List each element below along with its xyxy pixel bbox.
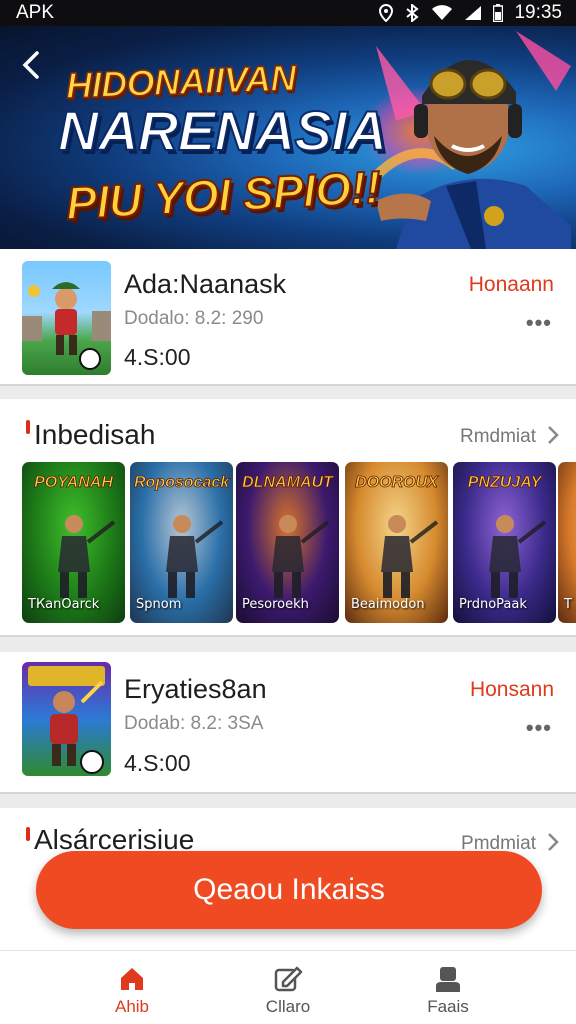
app-icon-image xyxy=(22,662,111,776)
hero-headline-2: NARENASIA xyxy=(57,98,388,163)
app-name: Ada:Naanask xyxy=(124,269,287,299)
game-tile[interactable]: DOOROUX Beaimodon xyxy=(345,462,448,623)
more-options-icon[interactable]: ••• xyxy=(526,715,552,741)
app-rating: 4.S:00 xyxy=(124,344,191,370)
game-tile-title: PNZUJAY xyxy=(467,474,542,492)
edit-icon xyxy=(274,966,303,992)
featured-app-card[interactable]: Ada:Naanask Dodalo: 8.2: 290 4.S:00 Hona… xyxy=(0,249,576,386)
game-tile[interactable]: DLNAMAUT Pesoroekh xyxy=(236,462,339,623)
hero-headline-3: PIU YOI SPIO!! xyxy=(64,160,383,230)
app-meta: Dodab: 8.2: 3SA xyxy=(124,713,264,734)
nav-item-home[interactable]: Ahib xyxy=(72,951,192,1024)
location-icon xyxy=(379,4,394,22)
section-see-more-link[interactable]: Rmdmiat xyxy=(460,426,536,448)
nav-label: Faais xyxy=(427,997,469,1016)
app-rating: 4.S:00 xyxy=(124,750,191,776)
back-arrow-icon[interactable] xyxy=(22,50,40,80)
game-tile-label: ТКanOarck xyxy=(28,597,100,612)
clock: 19:35 xyxy=(514,2,562,23)
nav-item-edit[interactable]: Cllaro xyxy=(228,951,348,1024)
carrier-label: APK xyxy=(16,2,55,23)
chevron-right-icon[interactable] xyxy=(546,831,560,853)
hero-banner[interactable]: HIDONAIIVAN NARENASIA PIU YOI SPIO!! xyxy=(0,26,576,249)
game-tile-title: POYANAH xyxy=(34,474,114,492)
home-icon xyxy=(121,968,143,990)
game-tile[interactable]: PNZUJAY PrdnoPaak xyxy=(453,462,556,623)
game-tile-label: Beaimodon xyxy=(351,597,425,612)
more-options-icon[interactable]: ••• xyxy=(526,310,552,336)
status-bar: APK 19:35 xyxy=(0,0,576,26)
second-app-card[interactable]: Eryaties8an Dodab: 8.2: 3SA 4.S:00 Honsa… xyxy=(0,652,576,794)
section-marker xyxy=(26,827,30,841)
game-tile[interactable]: POYANAH ТКanOarck xyxy=(22,462,125,623)
profile-icon xyxy=(436,967,460,992)
chevron-right-icon[interactable] xyxy=(546,424,560,446)
status-icons: 19:35 xyxy=(379,2,562,24)
game-tile[interactable]: Roposocack Spnom xyxy=(130,462,233,623)
wifi-icon xyxy=(432,5,453,20)
game-tile-title: Roposocack xyxy=(134,474,230,492)
game-tile[interactable]: Т xyxy=(558,462,576,623)
game-tile-label: Spnom xyxy=(136,597,182,612)
nav-item-profile[interactable]: Faais xyxy=(388,951,508,1024)
app-action-link[interactable]: Honaann xyxy=(469,273,554,297)
game-tile-title: DLNAMAUT xyxy=(242,474,333,492)
battery-icon xyxy=(493,4,504,22)
game-tile-label: Pesoroekh xyxy=(242,597,309,612)
app-meta: Dodalo: 8.2: 290 xyxy=(124,308,264,329)
hero-character-image xyxy=(372,31,571,249)
app-action-link[interactable]: Honsann xyxy=(470,678,554,702)
game-tile-title: DOOROUX xyxy=(355,474,438,492)
app-name: Eryaties8an xyxy=(124,674,267,704)
section-marker xyxy=(26,420,30,434)
nav-label: Cllaro xyxy=(265,997,311,1016)
game-tile-label: PrdnoPaak xyxy=(459,597,527,612)
game-tile-label: Т xyxy=(564,597,572,612)
signal-icon xyxy=(465,6,482,20)
game-carousel[interactable]: POYANAH ТКanOarck Roposocack Spnom DLNAMAUT P… xyxy=(22,462,576,624)
bottom-navigation: Ahib Cllaro Faais xyxy=(0,950,576,1024)
section-title: Inbedisah xyxy=(34,419,156,450)
bluetooth-icon xyxy=(406,4,420,22)
primary-cta-button[interactable]: Qeaou Inkaiss xyxy=(36,851,542,929)
nav-label: Ahib xyxy=(114,997,150,1016)
app-icon-image xyxy=(22,261,111,375)
